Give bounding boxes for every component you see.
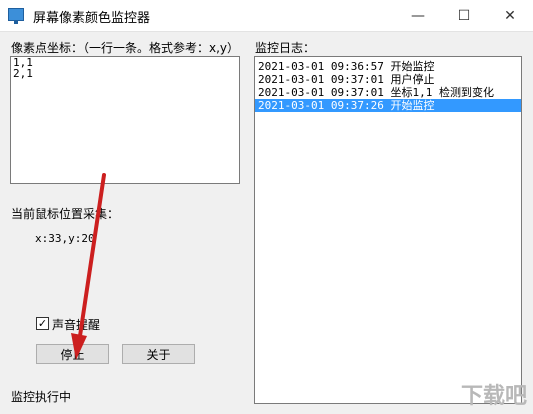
close-button[interactable]: ✕ <box>487 0 533 31</box>
minimize-button[interactable]: — <box>395 0 441 31</box>
coords-textarea[interactable]: 1,1 2,1 <box>10 56 240 184</box>
title-bar: 屏幕像素颜色监控器 — ☐ ✕ <box>0 0 533 32</box>
sound-label[interactable]: 声音提醒 <box>52 316 100 333</box>
sound-checkbox[interactable]: ✓ <box>36 317 49 330</box>
log-entry[interactable]: 2021-03-01 09:37:01 坐标1,1 检测到变化 <box>255 86 521 99</box>
log-entry[interactable]: 2021-03-01 09:37:01 用户停止 <box>255 73 521 86</box>
status-text: 监控执行中 <box>11 390 72 404</box>
maximize-button[interactable]: ☐ <box>441 0 487 31</box>
coords-line: 2,1 <box>13 67 33 80</box>
log-entry-selected[interactable]: 2021-03-01 09:37:26 开始监控 <box>255 99 521 112</box>
monitor-icon <box>8 8 24 24</box>
coords-label: 像素点坐标：（一行一条。格式参考：x,y） <box>11 41 240 55</box>
log-entry[interactable]: 2021-03-01 09:36:57 开始监控 <box>255 60 521 73</box>
log-list[interactable]: 2021-03-01 09:36:57 开始监控 2021-03-01 09:3… <box>254 56 522 404</box>
coords-line: 1,1 <box>13 56 33 69</box>
about-button[interactable]: 关于 <box>122 344 195 364</box>
mouse-position-value: x:33,y:20 <box>35 232 95 245</box>
log-label: 监控日志： <box>255 41 316 55</box>
watermark-logo: 下载吧 <box>460 384 527 409</box>
stop-button[interactable]: 停止 <box>36 344 109 364</box>
mouse-position-label: 当前鼠标位置采集： <box>11 207 120 221</box>
window-title: 屏幕像素颜色监控器 <box>33 11 151 26</box>
